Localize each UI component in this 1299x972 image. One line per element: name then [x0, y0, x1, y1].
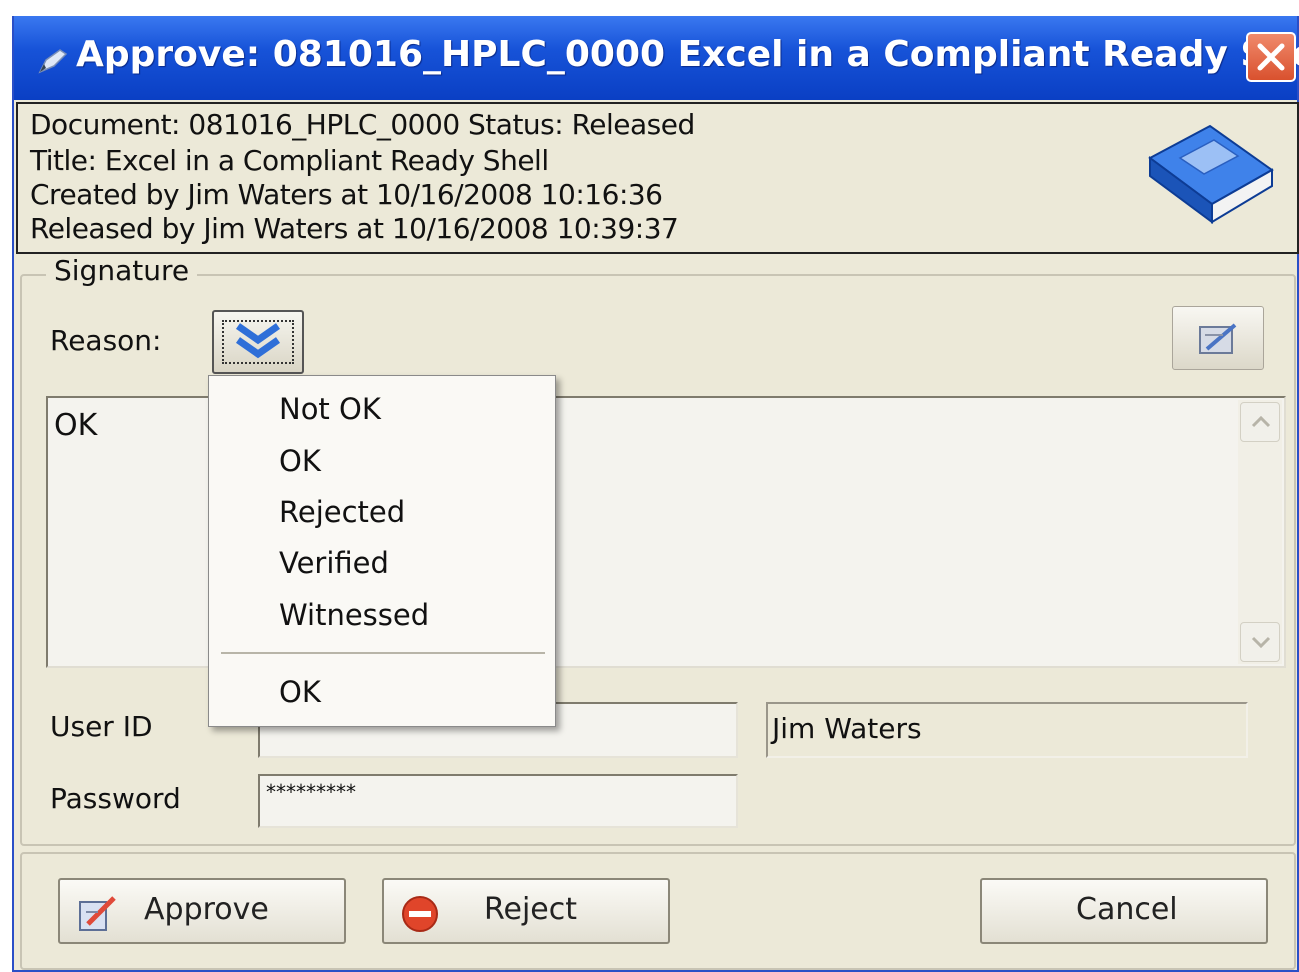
- book-icon: [1148, 124, 1274, 224]
- menu-separator: [221, 652, 545, 654]
- document-info-panel: Document: 081016_HPLC_0000 Status: Relea…: [16, 102, 1299, 254]
- document-line: Document: 081016_HPLC_0000 Status: Relea…: [30, 108, 695, 141]
- reason-text-value: OK: [54, 408, 98, 443]
- created-line: Created by Jim Waters at 10/16/2008 10:1…: [30, 178, 663, 211]
- menu-item-witnessed[interactable]: Witnessed: [279, 598, 429, 632]
- password-field[interactable]: *********: [258, 774, 738, 828]
- close-icon: [1257, 43, 1285, 71]
- window-title: Approve: 081016_HPLC_0000 Excel in a Com…: [76, 34, 1299, 75]
- approve-label: Approve: [144, 892, 269, 927]
- cancel-label: Cancel: [1076, 892, 1178, 927]
- title-line: Title: Excel in a Compliant Ready Shell: [30, 144, 549, 177]
- user-id-label: User ID: [50, 710, 153, 743]
- menu-item-rejected[interactable]: Rejected: [279, 495, 405, 529]
- signature-legend: Signature: [46, 254, 198, 287]
- cancel-button[interactable]: Cancel: [980, 878, 1268, 944]
- menu-item-verified[interactable]: Verified: [279, 546, 389, 580]
- user-name-field: Jim Waters: [766, 702, 1248, 758]
- pencil-icon: [38, 49, 68, 74]
- reject-label: Reject: [484, 892, 578, 927]
- chevron-up-icon: [1251, 415, 1271, 428]
- menu-item-recent-ok[interactable]: OK: [279, 675, 321, 709]
- double-chevron-down-icon: [235, 323, 281, 359]
- close-button[interactable]: [1246, 32, 1296, 82]
- chevron-down-icon: [1251, 636, 1271, 649]
- approve-dialog: Approve: 081016_HPLC_0000 Excel in a Com…: [12, 16, 1299, 972]
- reason-dropdown-menu: Not OK OK Rejected Verified Witnessed OK: [208, 375, 556, 727]
- reason-dropdown-button[interactable]: [212, 310, 304, 374]
- edit-reason-button[interactable]: [1172, 306, 1264, 370]
- scroll-up-button[interactable]: [1240, 402, 1280, 442]
- menu-item-ok[interactable]: OK: [279, 444, 321, 478]
- edit-note-icon: [1199, 323, 1237, 354]
- password-label: Password: [50, 782, 181, 815]
- scroll-down-button[interactable]: [1240, 622, 1280, 662]
- button-bar: Approve Reject Cancel: [20, 852, 1296, 970]
- menu-item-not-ok[interactable]: Not OK: [279, 392, 381, 426]
- approve-button[interactable]: Approve: [58, 878, 346, 944]
- reject-button[interactable]: Reject: [382, 878, 670, 944]
- reason-label: Reason:: [50, 324, 162, 357]
- title-bar[interactable]: Approve: 081016_HPLC_0000 Excel in a Com…: [14, 16, 1299, 100]
- released-line: Released by Jim Waters at 10/16/2008 10:…: [30, 212, 679, 245]
- stop-icon: [402, 896, 438, 932]
- reason-scrollbar[interactable]: [1238, 400, 1282, 664]
- approve-pencil-icon: [79, 896, 116, 931]
